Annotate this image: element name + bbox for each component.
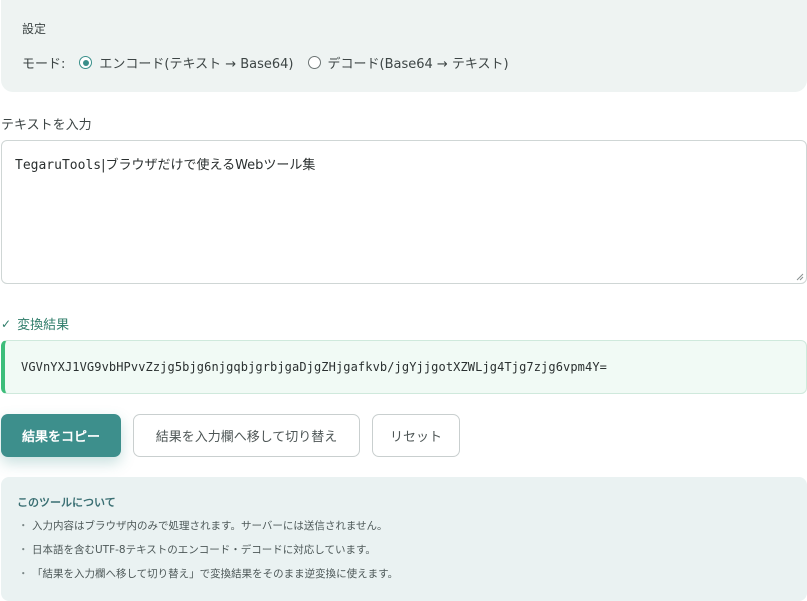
mode-label: モード: (22, 57, 66, 72)
check-icon: ✓ (1, 316, 12, 331)
mode-option-encode-label: エンコード(テキスト → Base64) (99, 57, 294, 72)
about-panel: このツールについて ・入力内容はブラウザ内のみで処理されます。サーバーには送信さ… (1, 477, 807, 601)
about-title: このツールについて (17, 496, 116, 509)
radio-decode[interactable] (307, 56, 321, 69)
text-input-value-rest: |ブラウザだけで使えるWebツール集 (101, 158, 316, 173)
text-input-value-prefix: TegaruTools (15, 158, 102, 173)
radio-encode[interactable] (79, 56, 93, 69)
bullet-icon: ・ (18, 544, 29, 556)
about-item: ・「結果を入力欄へ移して切り替え」で変換結果をそのまま逆変換に使えます。 (18, 566, 398, 590)
settings-panel: 設定 モード: エンコード(テキスト → Base64) デコード(Base64… (1, 0, 807, 92)
text-input-value: TegaruTools|ブラウザだけで使えるWebツール集 (15, 154, 315, 173)
bullet-icon: ・ (18, 520, 29, 532)
reset-button[interactable]: リセット (372, 414, 460, 457)
about-item-text: 入力内容はブラウザ内のみで処理されます。サーバーには送信されません。 (32, 520, 388, 532)
swap-to-input-button[interactable]: 結果を入力欄へ移して切り替え (133, 414, 360, 457)
result-output: VGVnYXJ1VG9vbHPvvZzjg5bjg6njgqbjgrbjgaDj… (1, 340, 807, 394)
result-value: VGVnYXJ1VG9vbHPvvZzjg5bjg6njgqbjgrbjgaDj… (21, 360, 607, 374)
mode-option-decode[interactable]: デコード(Base64 → テキスト) (307, 53, 509, 72)
about-list: ・入力内容はブラウザ内のみで処理されます。サーバーには送信されません。 ・日本語… (18, 518, 398, 590)
bullet-icon: ・ (18, 568, 29, 580)
mode-selector: モード: エンコード(テキスト → Base64) デコード(Base64 → … (22, 53, 523, 72)
result-label-text: 変換結果 (17, 318, 70, 333)
resize-grip-icon[interactable] (796, 273, 804, 281)
about-item-text: 「結果を入力欄へ移して切り替え」で変換結果をそのまま逆変換に使えます。 (32, 568, 399, 580)
result-label: ✓ 変換結果 (1, 314, 70, 334)
copy-result-button[interactable]: 結果をコピー (1, 414, 121, 457)
about-item: ・入力内容はブラウザ内のみで処理されます。サーバーには送信されません。 (18, 518, 398, 542)
input-label: テキストを入力 (1, 118, 92, 133)
mode-option-encode[interactable]: エンコード(テキスト → Base64) (79, 53, 294, 72)
about-item: ・日本語を含むUTF-8テキストのエンコード・デコードに対応しています。 (18, 542, 398, 566)
settings-title: 設定 (22, 22, 47, 36)
text-input[interactable]: TegaruTools|ブラウザだけで使えるWebツール集 (1, 140, 807, 284)
about-item-text: 日本語を含むUTF-8テキストのエンコード・デコードに対応しています。 (32, 544, 376, 556)
mode-option-decode-label: デコード(Base64 → テキスト) (327, 57, 509, 72)
